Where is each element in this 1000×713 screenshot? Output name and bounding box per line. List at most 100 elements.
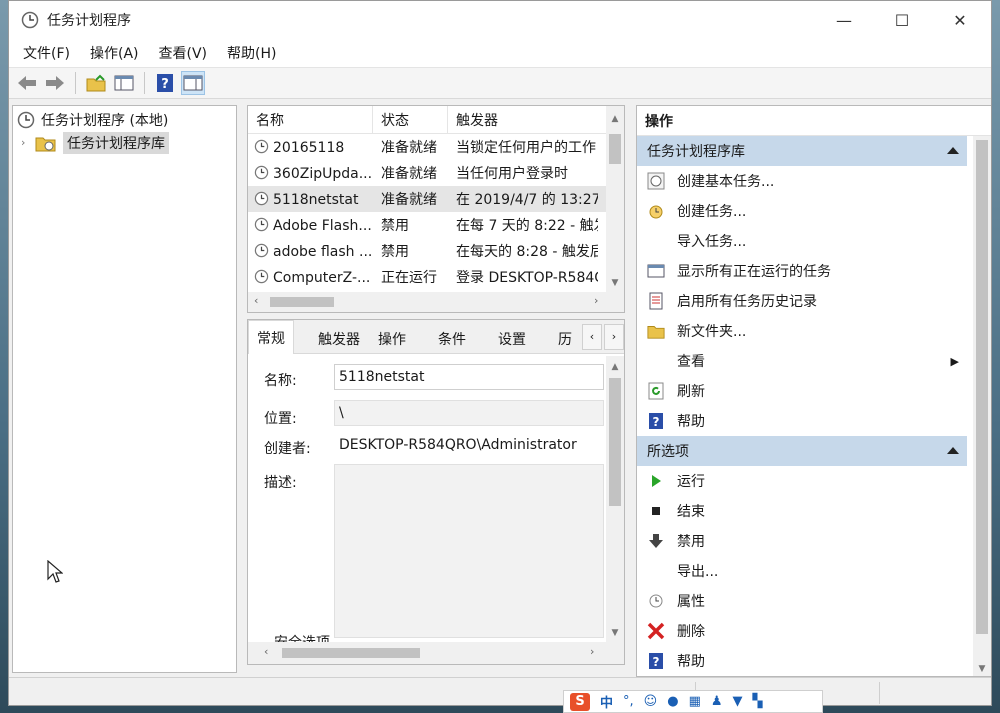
sogou-logo-icon[interactable]: S — [570, 692, 590, 711]
tab-conditions[interactable]: 条件 — [430, 324, 474, 354]
table-row[interactable]: Adobe Flash... 禁用 在每 7 天的 8:22 - 触发 — [248, 212, 624, 238]
section-library[interactable]: 任务计划程序库 — [637, 136, 967, 166]
task-list: 名称 状态 触发器 20165118 准备就绪 当锁定任何用户的工作 360ZipUp… — [247, 105, 625, 313]
collapse-up-icon[interactable] — [947, 447, 959, 454]
task-name: 5118netstat — [273, 191, 359, 208]
ime-punct[interactable]: °, — [623, 694, 634, 709]
action-item[interactable]: 查看 ▶ — [637, 346, 967, 376]
action-item[interactable]: 新文件夹... — [637, 316, 967, 346]
expand-chevron-icon[interactable]: › — [21, 136, 35, 149]
column-header-name[interactable]: 名称 — [248, 106, 373, 133]
task-clock-icon — [254, 243, 269, 257]
description-field[interactable] — [334, 464, 604, 638]
keyboard-icon[interactable]: ▦ — [689, 694, 701, 709]
action-item[interactable]: ? 帮助 — [637, 646, 967, 676]
create-basic-task-icon — [647, 172, 665, 190]
tab-scroll-left-icon[interactable]: ‹ — [582, 324, 602, 350]
view-pane-button[interactable] — [112, 71, 136, 95]
action-item[interactable]: 属性 — [637, 586, 967, 616]
skin-icon[interactable]: ▼ — [733, 694, 743, 709]
table-row[interactable]: 20165118 准备就绪 当锁定任何用户的工作 — [248, 134, 624, 160]
close-button[interactable]: ✕ — [931, 1, 989, 39]
detail-vertical-scrollbar[interactable]: ▲ ▼ — [606, 356, 624, 642]
properties-icon — [647, 592, 665, 610]
table-row[interactable]: adobe flash ... 禁用 在每天的 8:28 - 触发后 — [248, 238, 624, 264]
task-status: 准备就绪 — [381, 140, 437, 156]
action-item[interactable]: 刷新 — [637, 376, 967, 406]
scroll-down-icon[interactable]: ▼ — [973, 664, 991, 674]
grid-icon[interactable]: ▚ — [753, 694, 763, 709]
section-selected-item[interactable]: 所选项 — [637, 436, 967, 466]
menu-file[interactable]: 文件(F) — [13, 43, 80, 63]
hscroll-thumb[interactable] — [270, 297, 334, 307]
action-item[interactable]: 删除 — [637, 616, 967, 646]
action-item[interactable]: 运行 — [637, 466, 967, 496]
up-folder-button[interactable] — [84, 71, 108, 95]
menu-help[interactable]: 帮助(H) — [217, 43, 286, 63]
actions-vertical-scrollbar[interactable]: ▼ — [973, 136, 991, 676]
action-item[interactable]: 创建任务... — [637, 196, 967, 226]
action-item[interactable]: ? 帮助 — [637, 406, 967, 436]
action-item[interactable]: 启用所有任务历史记录 — [637, 286, 967, 316]
tree-item-library[interactable]: › 任务计划程序库 — [13, 131, 236, 154]
table-row[interactable]: 360ZipUpda... 准备就绪 当任何用户登录时 — [248, 160, 624, 186]
tree-pane: 任务计划程序 (本地) › 任务计划程序库 — [12, 105, 237, 673]
scroll-up-icon[interactable]: ▲ — [606, 114, 624, 124]
forward-button[interactable] — [43, 71, 67, 95]
action-label: 帮助 — [677, 414, 705, 430]
scroll-down-icon[interactable]: ▼ — [606, 628, 624, 638]
scroll-left-icon[interactable]: ‹ — [254, 294, 258, 307]
collapse-up-icon[interactable] — [947, 147, 959, 154]
detail-horizontal-scrollbar[interactable]: ‹ › — [248, 642, 624, 664]
action-item[interactable]: 结束 — [637, 496, 967, 526]
task-name: 360ZipUpda... — [273, 165, 373, 182]
scroll-up-icon[interactable]: ▲ — [606, 362, 624, 372]
minimize-button[interactable]: — — [815, 1, 873, 39]
task-name: adobe flash ... — [273, 243, 373, 260]
vertical-scrollbar[interactable]: ▲ ▼ — [606, 106, 624, 292]
name-field[interactable]: 5118netstat — [334, 364, 604, 390]
action-item[interactable]: 创建基本任务... — [637, 166, 967, 196]
hscroll-thumb[interactable] — [282, 648, 420, 658]
tab-general[interactable]: 常规 — [248, 320, 294, 354]
show-hide-pane-button[interactable] — [181, 71, 205, 95]
tab-triggers[interactable]: 触发器 — [310, 324, 368, 354]
column-header-trigger[interactable]: 触发器 — [448, 106, 606, 133]
horizontal-scrollbar[interactable]: ‹ › — [248, 292, 624, 312]
user-icon[interactable]: ♟ — [711, 694, 723, 709]
action-item[interactable]: 显示所有正在运行的任务 — [637, 256, 967, 286]
maximize-button[interactable]: ☐ — [873, 1, 931, 39]
tab-actions[interactable]: 操作 — [370, 324, 414, 354]
column-header-status[interactable]: 状态 — [373, 106, 448, 133]
help-button[interactable]: ? — [153, 71, 177, 95]
scroll-down-icon[interactable]: ▼ — [606, 278, 624, 288]
mic-icon[interactable]: ● — [667, 694, 678, 709]
ime-mode[interactable]: 中 — [600, 692, 613, 711]
action-item[interactable]: 禁用 — [637, 526, 967, 556]
menu-view[interactable]: 查看(V) — [149, 43, 218, 63]
scroll-thumb[interactable] — [609, 378, 621, 506]
scroll-thumb[interactable] — [609, 134, 621, 164]
action-item[interactable]: 导入任务... — [637, 226, 967, 256]
table-row[interactable]: ComputerZ-... 正在运行 登录 DESKTOP-R584Q — [248, 264, 624, 290]
action-label: 导入任务... — [677, 234, 747, 250]
submenu-arrow-icon: ▶ — [950, 354, 959, 368]
table-row[interactable]: 5118netstat 准备就绪 在 2019/4/7 的 13:27 — [248, 186, 624, 212]
task-clock-icon — [254, 191, 269, 205]
tab-history[interactable]: 历 — [550, 324, 580, 354]
create-task-icon — [647, 202, 665, 220]
tree-item-root[interactable]: 任务计划程序 (本地) — [13, 108, 236, 131]
menu-action[interactable]: 操作(A) — [80, 43, 149, 63]
tab-scroll-right-icon[interactable]: › — [604, 324, 624, 350]
scroll-thumb[interactable] — [976, 140, 988, 634]
new-folder-icon — [647, 322, 665, 340]
action-item[interactable]: 导出... — [637, 556, 967, 586]
scroll-left-icon[interactable]: ‹ — [264, 645, 268, 658]
back-button[interactable] — [15, 71, 39, 95]
action-label: 帮助 — [677, 654, 705, 670]
emoji-icon[interactable]: ☺ — [644, 694, 658, 709]
tab-settings[interactable]: 设置 — [490, 324, 534, 354]
scroll-right-icon[interactable]: › — [590, 645, 594, 658]
tree-root-label: 任务计划程序 (本地) — [41, 112, 169, 129]
scroll-right-icon[interactable]: › — [594, 294, 598, 307]
